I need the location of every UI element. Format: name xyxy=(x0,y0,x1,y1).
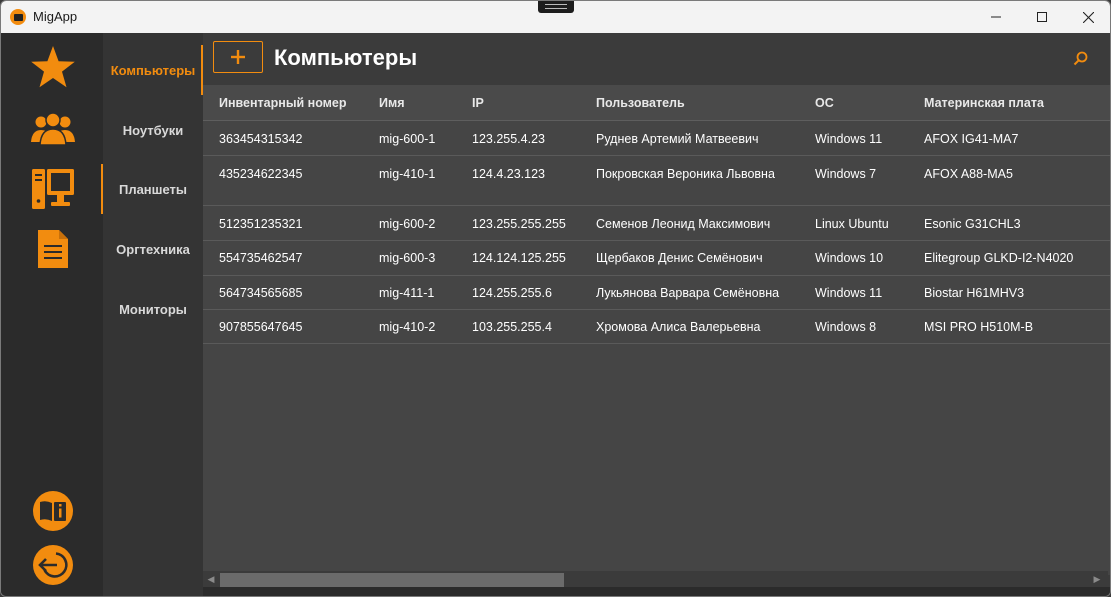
column-header[interactable]: Материнская плата xyxy=(924,96,1044,110)
bottom-edge xyxy=(203,587,1110,596)
column-header[interactable]: Имя xyxy=(379,96,405,110)
column-header[interactable]: Пользователь xyxy=(596,96,685,110)
table-cell: AFOX A88-MA5 xyxy=(924,167,1013,181)
column-header[interactable]: Инвентарный номер xyxy=(219,96,347,110)
column-header[interactable]: IP xyxy=(472,96,484,110)
plus-icon xyxy=(231,50,245,64)
subnav-item-label: Компьютеры xyxy=(110,62,196,78)
subnav-item-label: Оргтехника xyxy=(116,241,190,257)
table-cell: 124.124.125.255 xyxy=(472,251,566,265)
table-cell: mig-410-2 xyxy=(379,320,436,334)
title-bar[interactable]: MigApp xyxy=(1,1,1110,33)
table-cell: Biostar H61MHV3 xyxy=(924,286,1025,300)
table-cell: MSI PRO H510M-B xyxy=(924,320,1034,334)
rail-item-documents[interactable] xyxy=(27,225,79,273)
category-nav: Компьютеры Ноутбуки Планшеты Оргтехника … xyxy=(101,33,203,596)
subnav-item-label: Мониторы xyxy=(119,301,187,317)
rail-item-users[interactable] xyxy=(27,105,79,153)
subnav-item-label: Планшеты xyxy=(118,181,188,197)
main-content: Компьютеры Инвентарный номер Имя IP Поль… xyxy=(203,33,1110,596)
computer-icon xyxy=(32,169,74,209)
table-cell: 124.255.255.6 xyxy=(472,286,552,300)
rail-item-info[interactable] xyxy=(27,487,79,535)
table-cell: 564734565685 xyxy=(219,286,303,300)
table-cell: 512351235321 xyxy=(219,217,303,231)
search-icon xyxy=(1073,51,1088,66)
table-cell: 103.255.255.4 xyxy=(472,320,552,334)
table-row[interactable]: 554735462547 mig-600-3 124.124.125.255 Щ… xyxy=(203,241,1110,276)
search-button[interactable] xyxy=(1071,49,1091,69)
rail-item-favorites[interactable] xyxy=(27,43,79,91)
hover-indicator xyxy=(101,164,103,214)
column-header[interactable]: ОС xyxy=(815,96,834,110)
subnav-item-office-equipment[interactable]: Оргтехника xyxy=(103,224,203,274)
subnav-item-laptops[interactable]: Ноутбуки xyxy=(103,105,203,155)
window-title: MigApp xyxy=(33,9,78,24)
table-row[interactable]: 907855647645 mig-410-2 103.255.255.4 Хро… xyxy=(203,310,1110,344)
scroll-right-icon[interactable]: ▶ xyxy=(1092,574,1102,584)
table-cell: mig-600-1 xyxy=(379,132,436,146)
document-icon xyxy=(38,230,68,268)
table-cell: Elitegroup GLKD-I2-N4020 xyxy=(924,251,1074,265)
table-cell: 363454315342 xyxy=(219,132,303,146)
scroll-left-icon[interactable]: ◀ xyxy=(206,574,216,584)
table-cell: 554735462547 xyxy=(219,251,303,265)
table-cell: Windows 11 xyxy=(815,132,883,146)
table-cell: Хромова Алиса Валерьевна xyxy=(596,320,761,334)
logout-icon xyxy=(33,545,73,585)
table-cell: Linux Ubuntu xyxy=(815,217,889,231)
table-cell: Windows 8 xyxy=(815,320,877,334)
table-row[interactable]: 564734565685 mig-411-1 124.255.255.6 Лук… xyxy=(203,276,1110,310)
maximize-button[interactable] xyxy=(1019,1,1065,33)
snap-handle[interactable] xyxy=(538,1,574,13)
table-cell: mig-410-1 xyxy=(379,167,436,181)
close-button[interactable] xyxy=(1065,1,1110,33)
table-cell: mig-411-1 xyxy=(379,286,435,300)
table-row[interactable]: 363454315342 mig-600-1 123.255.4.23 Рудн… xyxy=(203,122,1110,156)
table-cell: Windows 7 xyxy=(815,167,877,181)
table-cell: AFOX IG41-MA7 xyxy=(924,132,1019,146)
table-row[interactable]: 512351235321 mig-600-2 123.255.255.255 С… xyxy=(203,206,1110,241)
minimize-icon xyxy=(991,16,1001,18)
rail-item-logout[interactable] xyxy=(27,541,79,589)
app-logo-icon xyxy=(10,9,26,25)
subnav-item-computers[interactable]: Компьютеры xyxy=(103,45,203,95)
minimize-button[interactable] xyxy=(973,1,1019,33)
book-info-icon xyxy=(33,491,73,531)
table-cell: Windows 10 xyxy=(815,251,884,265)
subnav-item-tablets[interactable]: Планшеты xyxy=(101,164,203,214)
table-cell: Лукьянова Варвара Семёновна xyxy=(596,286,780,300)
table-cell: 123.255.255.255 xyxy=(472,217,566,231)
table-cell: Покровская Вероника Львовна xyxy=(596,167,775,181)
page-title: Компьютеры xyxy=(274,45,418,70)
table-header: Инвентарный номер Имя IP Пользователь ОС… xyxy=(203,85,1110,121)
table-cell: 123.255.4.23 xyxy=(472,132,545,146)
rail-item-computers[interactable] xyxy=(27,165,79,213)
computers-table: Инвентарный номер Имя IP Пользователь ОС… xyxy=(203,85,1110,575)
icon-rail xyxy=(1,33,103,596)
subnav-item-monitors[interactable]: Мониторы xyxy=(103,284,203,334)
table-cell: Семенов Леонид Максимович xyxy=(596,217,771,231)
table-row[interactable]: 435234622345 mig-410-1 124.4.23.123 Покр… xyxy=(203,156,1110,206)
table-cell: Esonic G31CHL3 xyxy=(924,217,1021,231)
table-cell: 907855647645 xyxy=(219,320,303,334)
add-button[interactable] xyxy=(213,41,263,73)
horizontal-scrollbar[interactable]: ◀ ▶ xyxy=(203,571,1108,587)
table-cell: 435234622345 xyxy=(219,167,303,181)
scrollbar-thumb[interactable] xyxy=(220,573,564,587)
table-cell: Windows 11 xyxy=(815,286,883,300)
table-cell: mig-600-2 xyxy=(379,217,436,231)
users-icon xyxy=(31,112,75,146)
table-cell: Руднев Артемий Матвеевич xyxy=(596,132,759,146)
maximize-icon xyxy=(1037,12,1047,22)
subnav-item-label: Ноутбуки xyxy=(122,122,184,138)
star-icon xyxy=(31,46,75,88)
table-cell: 124.4.23.123 xyxy=(472,167,545,181)
close-icon xyxy=(1082,11,1094,23)
app-window: MigApp Компьютеры Ноутбуки Планшеты Оргт… xyxy=(0,0,1111,597)
table-cell: mig-600-3 xyxy=(379,251,436,265)
table-cell: Щербаков Денис Семёнович xyxy=(596,251,763,265)
